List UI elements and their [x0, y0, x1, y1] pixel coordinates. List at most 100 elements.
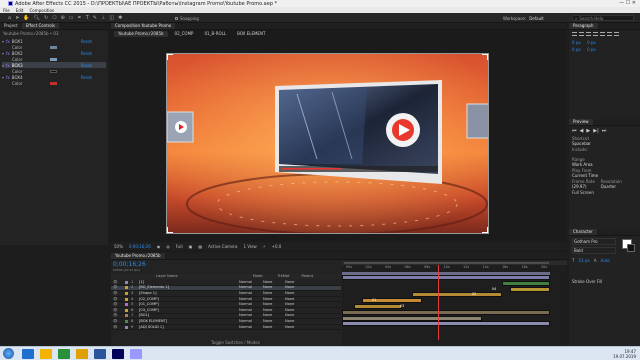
layer-label-color[interactable]	[125, 291, 128, 295]
layer-label-color[interactable]	[125, 303, 128, 307]
color-swatch[interactable]	[50, 57, 58, 61]
layer-mode[interactable]: Normal	[239, 325, 263, 330]
taskbar-clock[interactable]: 19:47 19.07.2019	[613, 349, 636, 359]
fx-toggle-icon[interactable]: ▾	[2, 39, 4, 44]
taskbar-app-icon[interactable]	[22, 348, 34, 359]
layer-parent[interactable]: None	[285, 285, 307, 290]
pen-tool-icon[interactable]: ✒	[78, 15, 82, 21]
rotate-tool-icon[interactable]: ↻	[44, 15, 48, 21]
timeline-track-area[interactable]: 00s 02s 04s 06s 08s 10s 12s 14s 16s 18s 20s 02 04 03…	[342, 261, 567, 346]
layer-name[interactable]: [ADJ SOLID 1]	[139, 325, 239, 330]
start-button[interactable]	[3, 348, 14, 359]
layer-trkmat[interactable]: None	[263, 280, 285, 285]
pan-behind-tool-icon[interactable]: ⊕	[61, 15, 65, 21]
layer-trkmat[interactable]: None	[263, 308, 285, 313]
fx-reset-link[interactable]: Reset	[81, 63, 92, 68]
stamp-tool-icon[interactable]: ⊥	[101, 15, 105, 21]
view-layout-dropdown[interactable]: 1 View	[244, 244, 257, 249]
layer-mode[interactable]: Normal	[239, 291, 263, 296]
layer-mode[interactable]: Normal	[239, 313, 263, 318]
layer-trkmat[interactable]: None	[263, 297, 285, 302]
layer-visibility-icon[interactable]: 👁︎	[111, 285, 125, 290]
layer-mode[interactable]: Normal	[239, 297, 263, 302]
layer-trkmat[interactable]: None	[263, 291, 285, 296]
layer-mode[interactable]: Normal	[239, 308, 263, 313]
layer-mode[interactable]: Normal	[239, 280, 263, 285]
subtab-box-element[interactable]: BOX ELEMENT	[233, 31, 269, 37]
color-swatch[interactable]	[50, 81, 58, 85]
hand-tool-icon[interactable]: ✋	[23, 15, 29, 21]
text-tool-icon[interactable]: T	[86, 15, 89, 21]
layer-visibility-icon[interactable]: 👁︎	[111, 280, 125, 285]
taskbar-app-icon[interactable]	[112, 348, 124, 359]
camera-snapshot-icon[interactable]: ◉	[157, 244, 161, 249]
layer-label-color[interactable]	[125, 319, 128, 323]
tab-paragraph[interactable]: Paragraph	[569, 23, 598, 29]
layer-parent[interactable]: None	[285, 308, 307, 313]
layer-trkmat[interactable]: None	[263, 313, 285, 318]
frame-rate-value[interactable]: (29.97)	[572, 184, 587, 189]
taskbar-app-icon[interactable]	[76, 348, 88, 359]
home-icon[interactable]: ⌂	[8, 15, 11, 21]
snapping-checkbox[interactable]	[175, 17, 178, 20]
layer-name[interactable]: [1]	[139, 280, 239, 285]
tab-composition[interactable]: Composition Youtube Promo	[111, 23, 176, 29]
fx-reset-link[interactable]: Reset	[81, 51, 92, 56]
color-swatch[interactable]	[50, 69, 58, 73]
camera-tool-icon[interactable]: ⎔	[52, 15, 56, 21]
brush-tool-icon[interactable]: ✎	[93, 15, 97, 21]
layer-parent[interactable]: None	[285, 325, 307, 330]
fx-reset-link[interactable]: Reset	[81, 39, 92, 44]
last-frame-icon[interactable]: ⏭	[602, 128, 607, 134]
zoom-tool-icon[interactable]: 🔍︎	[34, 15, 40, 21]
col-mode[interactable]: Mode	[253, 274, 263, 279]
layer-name[interactable]: [BOX ELEMENT]	[139, 319, 239, 324]
layer-name[interactable]: [01_COMP]	[139, 302, 239, 307]
layer-name[interactable]: [BG_Elements 1]	[139, 285, 239, 290]
taskbar-app-icon[interactable]	[94, 348, 106, 359]
prev-frame-icon[interactable]: ◀	[580, 128, 584, 134]
time-navigator-bar[interactable]	[344, 262, 549, 264]
indent-values[interactable]: 0 px 0 px 0 px 0 px	[572, 39, 637, 53]
layer-parent[interactable]: None	[285, 291, 307, 296]
color-swatch[interactable]	[50, 45, 58, 49]
selection-tool-icon[interactable]: ➤	[15, 15, 19, 21]
col-trkmat[interactable]: TrkMat	[278, 274, 290, 279]
layer-parent[interactable]: None	[285, 302, 307, 307]
menu-composition[interactable]: Composition	[29, 8, 54, 13]
font-size-value[interactable]: 53 px	[578, 258, 589, 263]
play-icon[interactable]: ▶	[586, 128, 590, 134]
workspace-selector[interactable]: Workspace: Default	[503, 16, 544, 21]
fx-reset-link[interactable]: Reset	[81, 75, 92, 80]
layer-label-color[interactable]	[125, 314, 128, 318]
taskbar-app-icon[interactable]	[130, 348, 142, 359]
layer-visibility-icon[interactable]: 👁︎	[111, 319, 125, 324]
show-channel-icon[interactable]: ◍	[166, 244, 170, 249]
tab-effect-controls[interactable]: Effect Controls	[21, 23, 60, 29]
first-frame-icon[interactable]: ⏮	[572, 128, 577, 134]
layer-trkmat[interactable]: None	[263, 325, 285, 330]
layer-parent[interactable]: None	[285, 280, 307, 285]
region-of-interest-icon[interactable]: ▣	[189, 244, 193, 249]
stroke-mode-dropdown[interactable]: Stroke Over Fill	[572, 279, 638, 284]
composition-viewer[interactable]	[166, 53, 489, 234]
tab-project[interactable]: Project	[0, 23, 22, 29]
resolution-dropdown[interactable]: Full	[176, 244, 183, 249]
current-time-display[interactable]: 0;00;16;26	[129, 244, 151, 249]
font-style-dropdown[interactable]: Bold	[572, 247, 616, 254]
col-parent[interactable]: Parent	[302, 274, 314, 279]
playhead[interactable]	[438, 265, 439, 340]
magnification-dropdown[interactable]: 50%	[114, 244, 123, 249]
puppet-tool-icon[interactable]: ✱	[118, 15, 122, 21]
subtab-02-comp[interactable]: 02_COMP	[171, 31, 198, 37]
layer-duration-bar[interactable]	[342, 275, 550, 280]
layer-duration-bar[interactable]	[342, 309, 550, 315]
layer-visibility-icon[interactable]: 👁︎	[111, 297, 125, 302]
fast-previews-icon[interactable]: ⚡	[263, 244, 266, 249]
stroke-color-swatch[interactable]	[627, 244, 635, 252]
layer-duration-bar[interactable]	[354, 304, 402, 309]
full-screen-toggle[interactable]: Full Screen	[572, 190, 638, 195]
layer-label-color[interactable]	[125, 280, 128, 284]
layer-duration-bar[interactable]	[502, 280, 550, 286]
layer-name[interactable]: [03_COMP]	[139, 308, 239, 313]
